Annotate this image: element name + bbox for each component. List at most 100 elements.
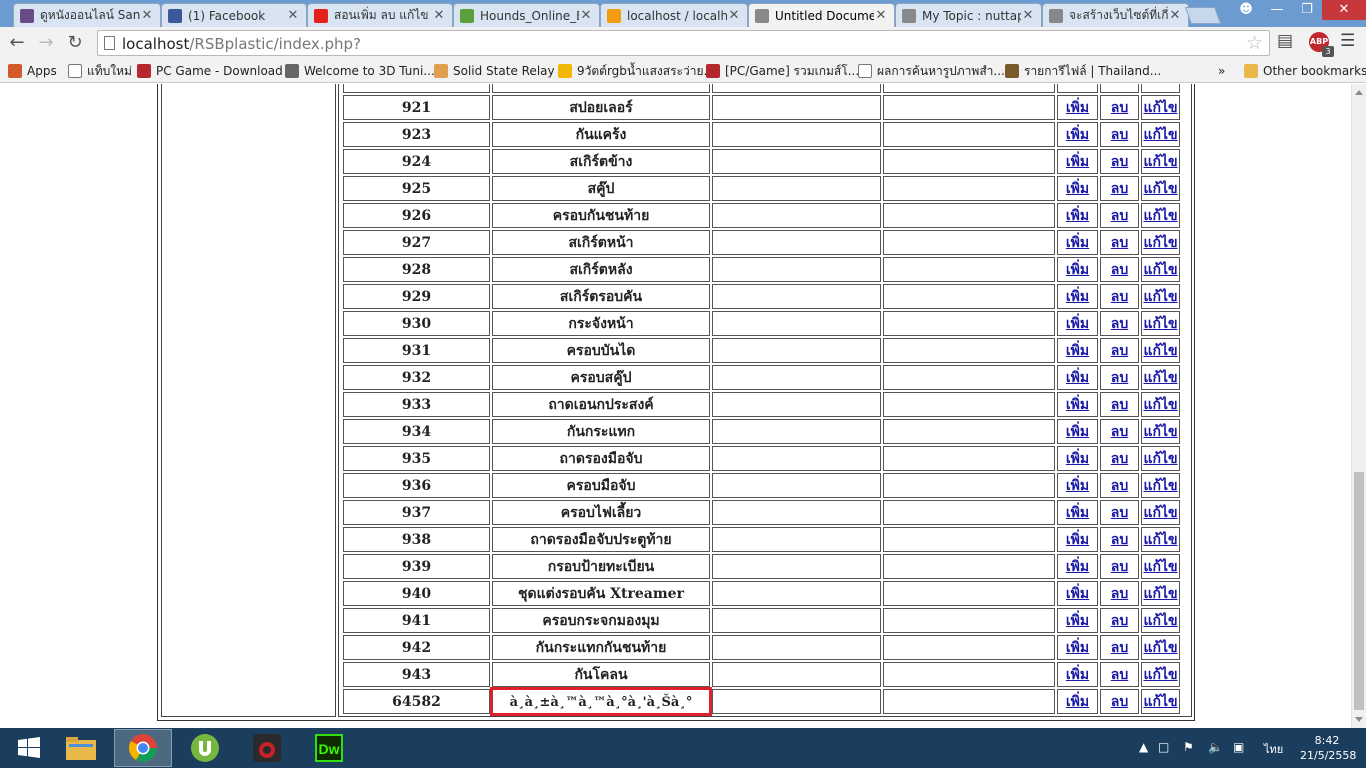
edit-link[interactable]: แก้ไข [1143, 667, 1177, 683]
close-window-icon[interactable]: ✕ [1322, 0, 1366, 20]
browser-tab[interactable]: Hounds_Online_E ✕ [453, 3, 600, 27]
add-cell[interactable]: เพิ่ม [1057, 284, 1098, 309]
add-link[interactable]: เพิ่ม [1066, 667, 1089, 683]
edit-link[interactable]: แก้ไข [1143, 694, 1177, 710]
browser-tab[interactable]: ดูหนังออนไลน์ Sanc ✕ [13, 3, 161, 27]
add-link[interactable]: เพิ่ม [1066, 694, 1089, 710]
add-link[interactable]: เพิ่ม [1066, 559, 1089, 575]
add-cell[interactable]: เพิ่ม [1057, 662, 1098, 687]
edit-link[interactable]: แก้ไข [1143, 235, 1177, 251]
add-link[interactable]: เพิ่ม [1066, 370, 1089, 386]
bookmark-item[interactable]: Welcome to 3D Tuni... [285, 62, 435, 80]
delete-cell[interactable]: ลบ [1100, 446, 1139, 471]
edit-link[interactable]: แก้ไข [1143, 613, 1177, 629]
tray-expand-icon[interactable]: ▲ [1139, 740, 1148, 754]
bookmark-item[interactable]: แท็บใหม่ [68, 62, 132, 80]
edit-link[interactable]: แก้ไข [1143, 316, 1177, 332]
reload-icon[interactable]: ↻ [63, 32, 87, 54]
delete-cell[interactable]: ลบ [1100, 365, 1139, 390]
delete-cell[interactable]: ลบ [1100, 122, 1139, 147]
scroll-up-icon[interactable] [1355, 90, 1363, 95]
edit-link[interactable]: แก้ไข [1143, 181, 1177, 197]
forward-icon[interactable]: → [34, 32, 58, 54]
edit-cell[interactable]: แก้ไข [1141, 176, 1180, 201]
delete-link[interactable]: ลบ [1111, 532, 1128, 548]
device-icon[interactable]: □ [1158, 740, 1169, 754]
delete-link[interactable]: ลบ [1111, 289, 1128, 305]
delete-link[interactable]: ลบ [1111, 478, 1128, 494]
close-tab-icon[interactable]: ✕ [874, 8, 888, 23]
bookmark-star-icon[interactable]: ☆ [1246, 32, 1263, 54]
add-link[interactable]: เพิ่ม [1066, 613, 1089, 629]
edit-cell[interactable]: แก้ไข [1141, 230, 1180, 255]
edit-cell[interactable]: แก้ไข [1141, 203, 1180, 228]
bookmark-item[interactable]: PC Game - Download [137, 62, 283, 80]
delete-link[interactable]: ลบ [1111, 316, 1128, 332]
flag-icon[interactable]: ⚑ [1183, 740, 1194, 754]
delete-cell[interactable]: ลบ [1100, 95, 1139, 120]
add-link[interactable]: เพิ่ม [1066, 208, 1089, 224]
add-cell[interactable]: เพิ่ม [1057, 149, 1098, 174]
add-link[interactable]: เพิ่ม [1066, 505, 1089, 521]
edit-link[interactable]: แก้ไข [1143, 640, 1177, 656]
other-bookmarks-folder[interactable]: Other bookmarks [1244, 62, 1366, 80]
delete-link[interactable]: ลบ [1111, 397, 1128, 413]
add-link[interactable]: เพิ่ม [1066, 586, 1089, 602]
edit-link[interactable]: แก้ไข [1143, 100, 1177, 116]
add-cell[interactable]: เพิ่ม [1057, 473, 1098, 498]
delete-cell[interactable]: ลบ [1100, 149, 1139, 174]
scroll-thumb[interactable] [1354, 472, 1364, 710]
edit-cell[interactable]: แก้ไข [1141, 689, 1180, 714]
delete-cell[interactable]: ลบ [1100, 419, 1139, 444]
edit-cell[interactable]: แก้ไข [1141, 311, 1180, 336]
close-tab-icon[interactable]: ✕ [1021, 8, 1035, 23]
edit-cell[interactable]: แก้ไข [1141, 338, 1180, 363]
maximize-icon[interactable]: ❐ [1292, 0, 1322, 20]
delete-cell[interactable]: ลบ [1100, 500, 1139, 525]
add-cell[interactable]: เพิ่ม [1057, 230, 1098, 255]
add-link[interactable]: เพิ่ม [1066, 478, 1089, 494]
add-cell[interactable]: เพิ่ม [1057, 311, 1098, 336]
close-tab-icon[interactable]: ✕ [727, 8, 741, 23]
delete-cell[interactable]: ลบ [1100, 554, 1139, 579]
delete-link[interactable]: ลบ [1111, 181, 1128, 197]
edit-link[interactable]: แก้ไข [1143, 343, 1177, 359]
delete-link[interactable]: ลบ [1111, 262, 1128, 278]
add-link[interactable]: เพิ่ม [1066, 424, 1089, 440]
delete-link[interactable]: ลบ [1111, 154, 1128, 170]
minimize-icon[interactable]: — [1262, 0, 1292, 20]
edit-link[interactable]: แก้ไข [1143, 559, 1177, 575]
add-link[interactable]: เพิ่ม [1066, 262, 1089, 278]
delete-cell[interactable]: ลบ [1100, 203, 1139, 228]
edit-link[interactable]: แก้ไข [1143, 532, 1177, 548]
add-cell[interactable]: เพิ่ม [1057, 554, 1098, 579]
edit-cell[interactable]: แก้ไข [1141, 149, 1180, 174]
edit-cell[interactable]: แก้ไข [1141, 554, 1180, 579]
edit-link[interactable]: แก้ไข [1143, 208, 1177, 224]
edit-cell[interactable]: แก้ไข [1141, 392, 1180, 417]
chrome-icon[interactable] [114, 729, 172, 767]
add-cell[interactable]: เพิ่ม [1057, 500, 1098, 525]
edit-link[interactable]: แก้ไข [1143, 586, 1177, 602]
add-cell[interactable]: เพิ่ม [1057, 176, 1098, 201]
edit-link[interactable]: แก้ไข [1143, 451, 1177, 467]
start-button[interactable] [0, 729, 58, 767]
edit-cell[interactable]: แก้ไข [1141, 662, 1180, 687]
delete-cell[interactable]: ลบ [1100, 689, 1139, 714]
delete-link[interactable]: ลบ [1111, 235, 1128, 251]
add-link[interactable]: เพิ่ม [1066, 316, 1089, 332]
add-cell[interactable]: เพิ่ม [1057, 338, 1098, 363]
browser-tab[interactable]: จะสร้างเว็บไซต์ที่เกี่ย ✕ [1042, 3, 1189, 27]
address-url[interactable]: localhost/RSBplastic/index.php? [122, 35, 361, 53]
delete-cell[interactable]: ลบ [1100, 662, 1139, 687]
edit-link[interactable]: แก้ไข [1143, 478, 1177, 494]
volume-icon[interactable]: 🔈 [1208, 740, 1223, 754]
edit-link[interactable]: แก้ไข [1143, 289, 1177, 305]
delete-link[interactable]: ลบ [1111, 370, 1128, 386]
delete-link[interactable]: ลบ [1111, 667, 1128, 683]
new-tab-button[interactable] [1184, 7, 1222, 24]
browser-tab[interactable]: สอนเพิ่ม ลบ แก้ไข ✕ [307, 3, 453, 27]
delete-cell[interactable]: ลบ [1100, 230, 1139, 255]
edit-cell[interactable]: แก้ไข [1141, 446, 1180, 471]
delete-cell[interactable]: ลบ [1100, 608, 1139, 633]
